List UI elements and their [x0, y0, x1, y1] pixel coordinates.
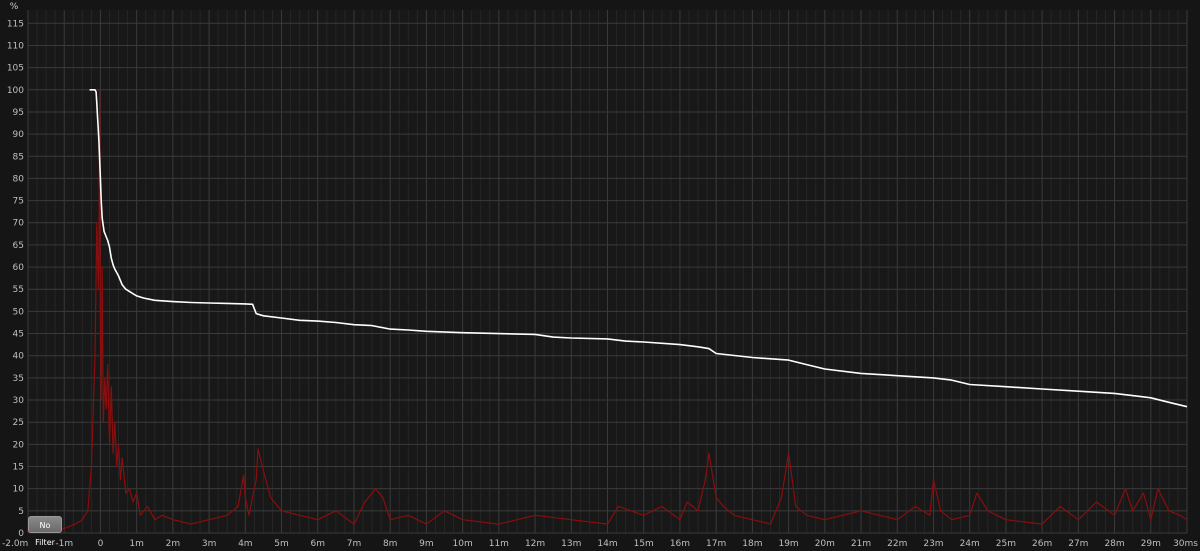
x-tick-label: 25m — [996, 539, 1016, 549]
x-tick-label: 23m — [923, 539, 943, 549]
y-tick-label: 60 — [13, 263, 25, 273]
y-tick-label: 90 — [13, 130, 25, 140]
x-tick-label: 22m — [887, 539, 907, 549]
x-tick-label: 27m — [1068, 539, 1088, 549]
y-tick-label: 55 — [13, 285, 24, 295]
x-tick-label: 18m — [742, 539, 762, 549]
x-tick-label: 16m — [670, 539, 690, 549]
y-tick-label: 95 — [13, 108, 24, 118]
y-tick-label: 70 — [13, 219, 25, 229]
x-tick-label: 11m — [489, 539, 509, 549]
y-tick-label: 110 — [7, 41, 24, 51]
y-tick-label: 35 — [13, 374, 24, 384]
x-tick-label: 15m — [634, 539, 654, 549]
y-tick-label: 20 — [13, 440, 25, 450]
y-tick-label: 100 — [7, 86, 24, 96]
x-tick-label: 14m — [597, 539, 617, 549]
y-tick-label: 40 — [13, 352, 25, 362]
x-tick-label: 0 — [98, 539, 104, 549]
y-tick-label: 50 — [13, 307, 25, 317]
x-tick-label: 17m — [706, 539, 726, 549]
y-tick-label: 75 — [13, 197, 24, 207]
x-tick-label: 12m — [525, 539, 545, 549]
y-tick-label: 5 — [18, 507, 24, 517]
y-tick-label: 80 — [13, 174, 25, 184]
x-tick-label: 28m — [1104, 539, 1124, 549]
x-tick-label: 13m — [561, 539, 581, 549]
y-tick-label: 25 — [13, 418, 24, 428]
x-tick-label: 6m — [311, 539, 326, 549]
x-tick-label: -1m — [55, 539, 73, 549]
x-tick-label: 10m — [453, 539, 473, 549]
y-tick-label: 0 — [18, 529, 24, 539]
x-tick-label: 29m — [1141, 539, 1161, 549]
y-tick-label: 105 — [7, 64, 24, 74]
no-filter-button[interactable]: No Filter — [28, 516, 62, 547]
x-tick-label: 8m — [383, 539, 398, 549]
x-tick-label: 19m — [778, 539, 798, 549]
y-tick-label: 45 — [13, 330, 24, 340]
x-tick-label: 30ms — [1173, 539, 1198, 549]
y-tick-label: 30 — [13, 396, 25, 406]
y-tick-label: 85 — [13, 152, 24, 162]
x-tick-label: 1m — [129, 539, 144, 549]
x-tick-label: 3m — [202, 539, 217, 549]
x-tick-label: 4m — [238, 539, 253, 549]
chart: -2.0m -1m 0 1m 2m 3m 4m 5m 6m 7m 8m 9m 10m 11m 12m 13m 1… — [0, 0, 1200, 550]
x-tick-label: 26m — [1032, 539, 1052, 549]
y-tick-label: 15 — [13, 463, 24, 473]
x-tick-label: 9m — [419, 539, 434, 549]
x-tick-label: 7m — [347, 539, 362, 549]
y-axis-unit: % — [10, 2, 19, 12]
y-tick-label: 10 — [13, 485, 25, 495]
y-tick-label: 65 — [13, 241, 24, 251]
x-tick-label: 2m — [166, 539, 181, 549]
x-tick-label: -2.0m — [2, 539, 28, 549]
y-tick-label: 115 — [7, 19, 24, 29]
x-tick-label: 20m — [815, 539, 835, 549]
x-tick-label: 24m — [960, 539, 980, 549]
x-tick-label: 21m — [851, 539, 871, 549]
x-tick-label: 5m — [274, 539, 289, 549]
